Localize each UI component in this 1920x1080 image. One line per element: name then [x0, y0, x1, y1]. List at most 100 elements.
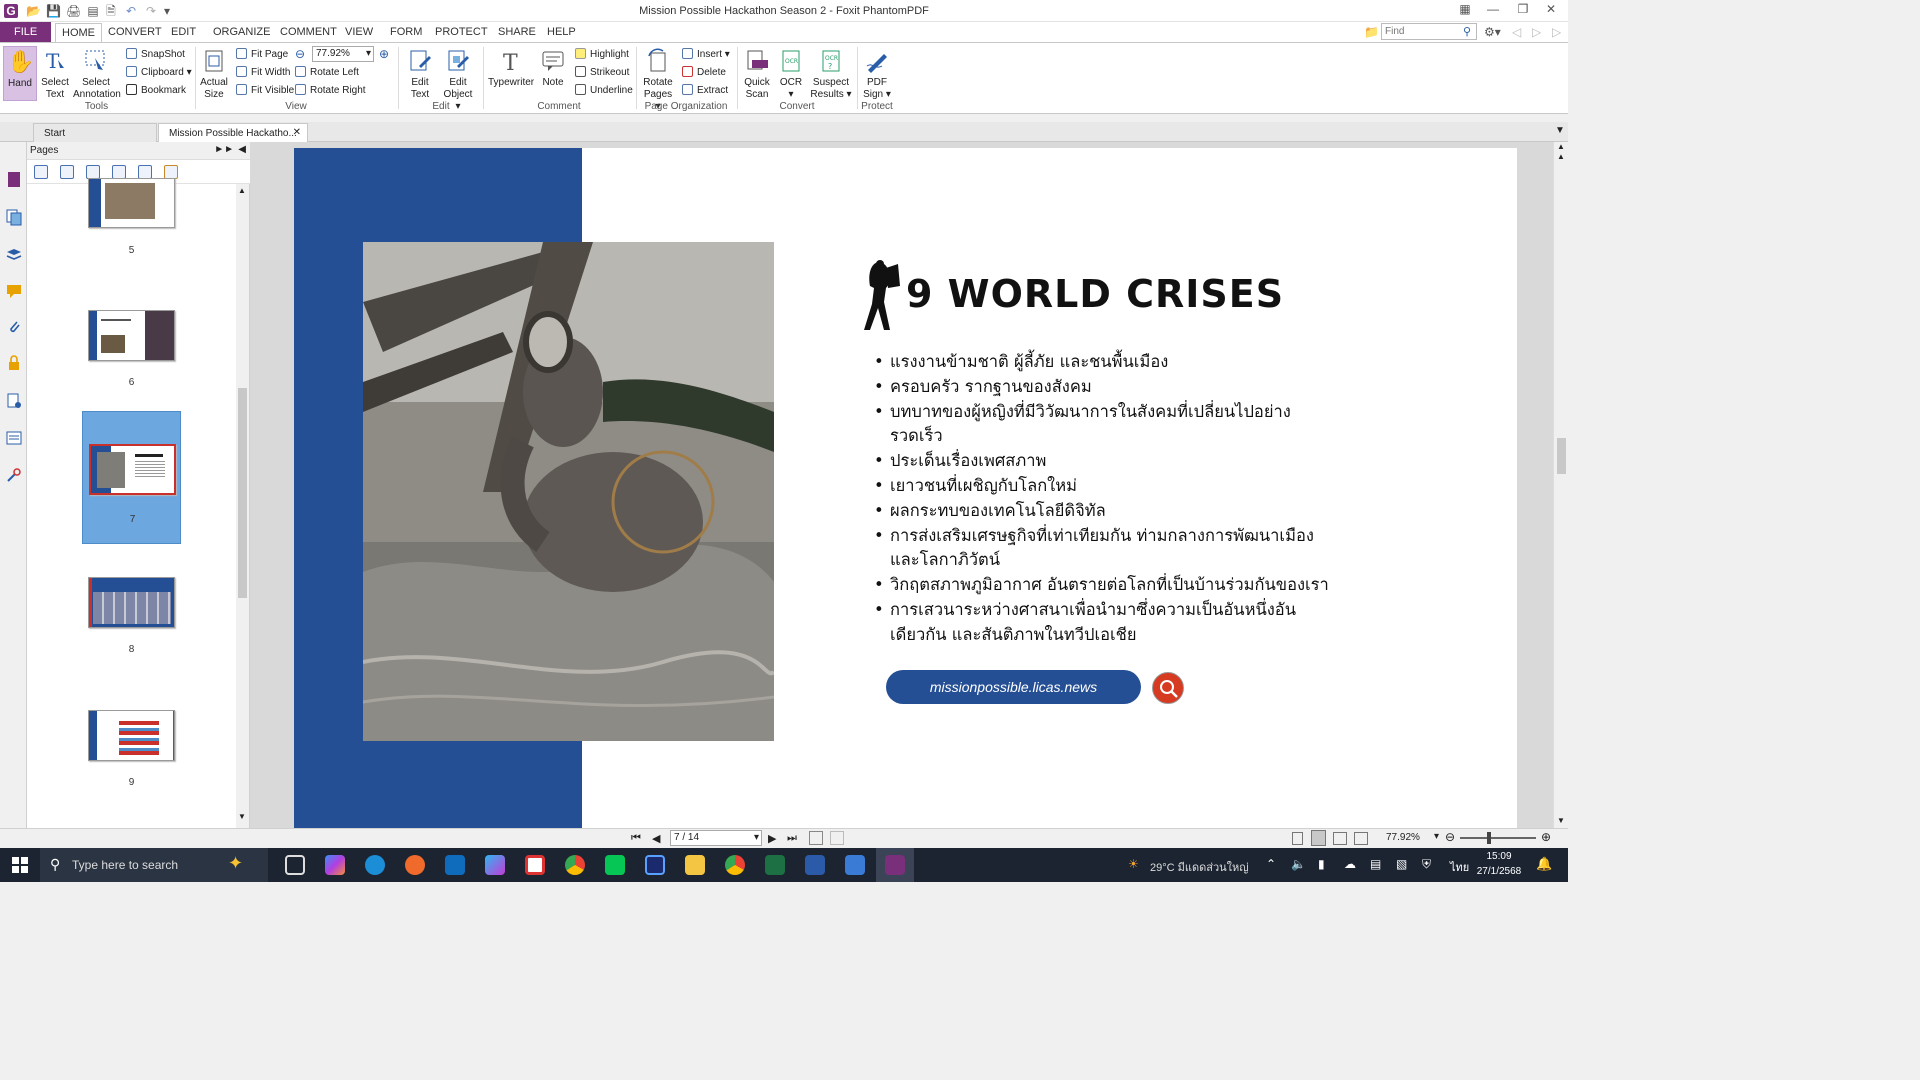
scroll-thumb[interactable]: [1557, 438, 1566, 474]
input-language[interactable]: ไทย: [1450, 858, 1469, 876]
copilot-icon[interactable]: [325, 855, 345, 875]
single-page-view-icon[interactable]: [1292, 832, 1303, 845]
tab-form[interactable]: FORM: [384, 25, 428, 39]
zoom-select[interactable]: 77.92% ▾: [312, 46, 374, 62]
facing-view-icon[interactable]: [1333, 832, 1347, 845]
select-text-button[interactable]: T Select Text: [39, 48, 71, 101]
last-page-icon[interactable]: ⏭: [787, 832, 797, 845]
edit-text-button[interactable]: Edit Text: [404, 48, 436, 101]
first-page-icon[interactable]: ⏮: [631, 832, 641, 845]
insert-pages-icon[interactable]: [86, 165, 100, 179]
clock-time[interactable]: 15:09: [1474, 851, 1524, 862]
attachments-icon[interactable]: [5, 318, 23, 336]
zoom-out-icon[interactable]: ⊖: [1445, 830, 1455, 844]
weather-icon[interactable]: ☀: [1128, 857, 1139, 871]
nav-end-icon[interactable]: ▷: [1552, 25, 1561, 39]
security-shield-icon[interactable]: ⛨: [1422, 857, 1431, 872]
pdf-sign-button[interactable]: PDF Sign ▾: [862, 48, 892, 101]
page-thumbnail-5[interactable]: 5: [82, 178, 181, 311]
replace-pages-icon[interactable]: [138, 165, 152, 179]
tab-start[interactable]: Start: [33, 123, 157, 142]
page-zoom-out-icon[interactable]: [34, 165, 48, 179]
content-icon[interactable]: [5, 429, 23, 447]
find-search-icon[interactable]: ⚲: [1463, 25, 1471, 38]
insert-button[interactable]: Insert ▾: [682, 47, 730, 63]
speaker-icon[interactable]: 🔈: [1291, 857, 1306, 871]
zoom-slider-handle[interactable]: [1487, 832, 1491, 844]
tab-file[interactable]: FILE: [0, 22, 52, 42]
notifications-icon[interactable]: 🔔: [1536, 856, 1552, 872]
rotate-left-button[interactable]: Rotate Left: [295, 65, 359, 81]
rotate-right-button[interactable]: Rotate Right: [295, 83, 366, 99]
clock-date[interactable]: 27/1/2568: [1474, 866, 1524, 877]
zoom-out-icon[interactable]: ⊖: [295, 47, 305, 61]
scroll-down-icon[interactable]: ▼: [1557, 816, 1565, 825]
tab-protect[interactable]: PROTECT: [429, 25, 494, 39]
delete-pages-icon[interactable]: [164, 165, 178, 179]
tab-comment[interactable]: COMMENT: [274, 25, 343, 39]
previous-view-icon[interactable]: [809, 831, 823, 845]
display-icon[interactable]: ▤: [1370, 857, 1381, 871]
tab-share[interactable]: SHARE: [492, 25, 542, 39]
tab-view[interactable]: VIEW: [339, 25, 379, 39]
tab-list-chevron-icon[interactable]: ▼: [1555, 125, 1565, 136]
comments-icon[interactable]: [5, 282, 23, 300]
tab-document[interactable]: Mission Possible Hackatho... ✕: [158, 123, 308, 142]
task-view-icon[interactable]: [285, 855, 305, 875]
page-number-field[interactable]: 7 / 14 ▾: [670, 830, 762, 846]
document-scrollbar[interactable]: ▲ ▲ ▼: [1553, 142, 1568, 828]
zoom-slider[interactable]: [1460, 837, 1536, 839]
bookmarks-icon[interactable]: [5, 170, 23, 188]
excel-icon[interactable]: [765, 855, 785, 875]
suspect-results-button[interactable]: OCR? Suspect Results ▾: [810, 48, 852, 101]
restore-button[interactable]: ❐: [1509, 2, 1537, 18]
website-link[interactable]: missionpossible.licas.news: [886, 670, 1141, 704]
tab-home[interactable]: HOME: [55, 23, 102, 42]
onedrive-cloud-icon[interactable]: ☁: [1344, 857, 1356, 871]
next-page-icon[interactable]: ▶: [768, 832, 776, 845]
zoom-in-icon[interactable]: ⊕: [1541, 830, 1551, 844]
hand-tool-button[interactable]: ✋ Hand: [3, 46, 37, 101]
scroll-thumb[interactable]: [238, 388, 247, 598]
file-explorer-icon[interactable]: [685, 855, 705, 875]
nav-forward-icon[interactable]: ▷: [1532, 25, 1541, 39]
page-thumbnail-9[interactable]: 9: [82, 710, 181, 843]
word-icon[interactable]: [805, 855, 825, 875]
previous-page-icon[interactable]: ◀: [652, 832, 660, 845]
signatures-icon[interactable]: [5, 392, 23, 410]
search-results-icon[interactable]: [5, 466, 23, 484]
actual-size-button[interactable]: Actual Size: [198, 48, 230, 101]
scroll-up-icon[interactable]: ▲: [238, 186, 246, 195]
lock-icon[interactable]: [5, 354, 23, 372]
delete-button[interactable]: Delete: [682, 65, 726, 81]
continuous-view-icon[interactable]: [1311, 830, 1326, 846]
clipboard-button[interactable]: Clipboard ▾: [126, 65, 192, 81]
nav-back-icon[interactable]: ◁: [1512, 25, 1521, 39]
typewriter-button[interactable]: T Typewriter: [488, 48, 534, 89]
fit-width-button[interactable]: Fit Width: [236, 65, 290, 81]
extract-pages-icon[interactable]: [112, 165, 126, 179]
fit-visible-button[interactable]: Fit Visible: [236, 83, 294, 99]
chrome-icon[interactable]: [565, 855, 585, 875]
status-zoom-value[interactable]: 77.92%: [1386, 832, 1420, 843]
underline-button[interactable]: Underline: [575, 83, 633, 99]
continuous-facing-view-icon[interactable]: [1354, 832, 1368, 845]
battery-icon[interactable]: ▮: [1318, 857, 1325, 871]
close-tab-icon[interactable]: ✕: [293, 127, 301, 138]
settings-gear-icon[interactable]: ⚙▾: [1484, 25, 1501, 39]
scroll-down-icon[interactable]: ▼: [238, 812, 246, 821]
chrome-profile-icon[interactable]: [725, 855, 745, 875]
ribbon-display-icon[interactable]: ▦: [1451, 2, 1479, 18]
strikeout-button[interactable]: Strikeout: [575, 65, 629, 81]
extract-button[interactable]: Extract: [682, 83, 728, 99]
line-app-icon[interactable]: [605, 855, 625, 875]
page-thumbnail-7[interactable]: 7: [82, 411, 181, 544]
microsoft365-icon[interactable]: [485, 855, 505, 875]
edge-icon[interactable]: [365, 855, 385, 875]
scroll-top-icon[interactable]: ▲: [1557, 142, 1565, 151]
tab-help[interactable]: HELP: [541, 25, 582, 39]
layers-icon[interactable]: [5, 246, 23, 264]
windows-start-icon[interactable]: [12, 857, 28, 873]
document-viewport[interactable]: 9 WORLD CRISES แรงงานข้ามชาติ ผู้ลี้ภัย …: [250, 142, 1553, 828]
fit-page-button[interactable]: Fit Page: [236, 47, 288, 63]
